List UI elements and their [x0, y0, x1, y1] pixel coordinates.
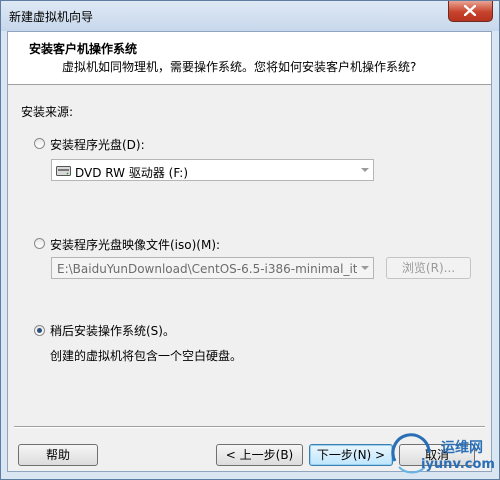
install-later-description: 创建的虚拟机将包含一个空白硬盘。	[50, 349, 243, 363]
watermark-line1: 运维网	[441, 440, 483, 456]
source-label: 安装来源:	[21, 105, 74, 119]
radio-iso-image[interactable]	[34, 238, 45, 249]
window-title: 新建虚拟机向导	[9, 10, 94, 24]
page-subtitle: 虚拟机如同物理机，需要操作系统。您将如何安装客户机操作系统?	[62, 60, 417, 74]
radio-install-later[interactable]	[34, 325, 45, 336]
title-bar[interactable]: 新建虚拟机向导	[1, 1, 499, 31]
drive-select-value: DVD RW 驱动器 (F:)	[75, 166, 189, 180]
footer-divider	[14, 426, 485, 428]
optical-drive-icon	[56, 166, 71, 176]
back-button[interactable]: < 上一步(B)	[216, 444, 303, 466]
drive-select[interactable]: DVD RW 驱动器 (F:)	[51, 159, 374, 181]
radio-install-later-label[interactable]: 稍后安装操作系统(S)。	[50, 322, 175, 339]
radio-iso-image-label[interactable]: 安装程序光盘映像文件(iso)(M):	[50, 236, 220, 253]
wizard-window: 新建虚拟机向导 安装客户机操作系统 虚拟机如同物理机，需要操作系统。您将如何安装…	[0, 0, 500, 480]
wizard-header: 安装客户机操作系统 虚拟机如同物理机，需要操作系统。您将如何安装客户机操作系统?	[8, 32, 491, 85]
chevron-down-icon	[361, 168, 369, 172]
radio-installer-disc[interactable]	[34, 138, 45, 149]
iso-path-select[interactable]: E:\BaiduYunDownload\CentOS-6.5-i386-mini…	[51, 257, 374, 279]
radio-installer-disc-label[interactable]: 安装程序光盘(D):	[50, 136, 145, 153]
close-button[interactable]	[448, 1, 493, 22]
page-title: 安装客户机操作系统	[29, 42, 138, 56]
help-button[interactable]: 帮助	[18, 444, 98, 466]
iso-path-value: E:\BaiduYunDownload\CentOS-6.5-i386-mini…	[57, 262, 357, 276]
close-icon	[464, 5, 476, 16]
next-button[interactable]: 下一步(N) >	[309, 444, 393, 466]
wizard-body: 安装客户机操作系统 虚拟机如同物理机，需要操作系统。您将如何安装客户机操作系统?…	[7, 31, 492, 472]
chevron-down-icon	[361, 266, 369, 270]
browse-button[interactable]: 浏览(R)...	[386, 257, 471, 279]
watermark-line2: iyunv.com	[421, 457, 495, 472]
